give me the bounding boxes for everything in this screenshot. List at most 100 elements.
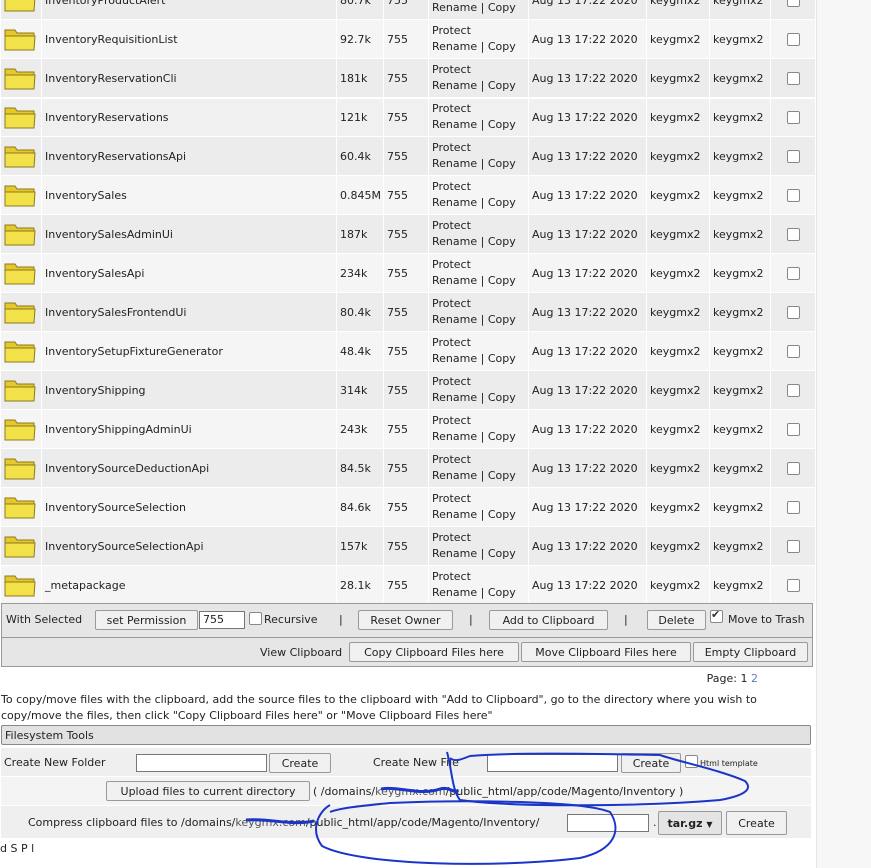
- file-permission[interactable]: 755: [383, 175, 429, 215]
- copy-link[interactable]: Copy: [488, 547, 516, 560]
- file-permission[interactable]: 755: [383, 565, 429, 605]
- folder-icon[interactable]: [4, 221, 36, 247]
- folder-icon-cell[interactable]: [0, 448, 42, 488]
- protect-link[interactable]: Protect: [432, 219, 471, 232]
- file-name[interactable]: InventorySalesAdminUi: [41, 214, 337, 254]
- protect-link[interactable]: Protect: [432, 570, 471, 583]
- folder-icon[interactable]: [4, 143, 36, 169]
- folder-icon-cell[interactable]: [0, 97, 42, 137]
- row-select-checkbox[interactable]: [786, 266, 800, 280]
- file-name[interactable]: InventoryShipping: [41, 370, 337, 410]
- file-name[interactable]: InventorySetupFixtureGenerator: [41, 331, 337, 371]
- move-clipboard-here-button[interactable]: Move Clipboard Files here: [521, 642, 691, 662]
- set-permission-button[interactable]: set Permission: [95, 610, 198, 630]
- folder-icon[interactable]: [4, 572, 36, 598]
- create-folder-button[interactable]: Create: [269, 753, 331, 773]
- create-file-button[interactable]: Create: [621, 753, 681, 773]
- rename-link[interactable]: Rename: [432, 313, 477, 326]
- new-file-input[interactable]: [487, 754, 618, 772]
- folder-icon-cell[interactable]: [0, 58, 42, 98]
- archive-format-select[interactable]: tar.gz ▼: [658, 811, 722, 835]
- reset-owner-button[interactable]: Reset Owner: [358, 610, 453, 630]
- copy-link[interactable]: Copy: [488, 508, 516, 521]
- file-name[interactable]: _metapackage: [41, 565, 337, 605]
- file-permission[interactable]: 755: [383, 214, 429, 254]
- copy-link[interactable]: Copy: [488, 196, 516, 209]
- folder-icon-cell[interactable]: [0, 214, 42, 254]
- copy-link[interactable]: Copy: [488, 586, 516, 599]
- copy-link[interactable]: Copy: [488, 313, 516, 326]
- folder-icon-cell[interactable]: [0, 136, 42, 176]
- file-name[interactable]: InventoryShippingAdminUi: [41, 409, 337, 449]
- rename-link[interactable]: Rename: [432, 430, 477, 443]
- rename-link[interactable]: Rename: [432, 469, 477, 482]
- row-select-checkbox[interactable]: [786, 71, 800, 85]
- file-name[interactable]: InventorySourceDeductionApi: [41, 448, 337, 488]
- file-permission[interactable]: 755: [383, 409, 429, 449]
- file-name[interactable]: InventorySalesFrontendUi: [41, 292, 337, 332]
- recursive-checkbox[interactable]: [249, 612, 262, 625]
- rename-link[interactable]: Rename: [432, 586, 477, 599]
- rename-link[interactable]: Rename: [432, 391, 477, 404]
- delete-button[interactable]: Delete: [647, 610, 706, 630]
- rename-link[interactable]: Rename: [432, 352, 477, 365]
- rename-link[interactable]: Rename: [432, 196, 477, 209]
- file-name[interactable]: InventoryProductAlert: [41, 0, 337, 20]
- file-permission[interactable]: 755: [383, 370, 429, 410]
- folder-icon[interactable]: [4, 0, 36, 13]
- row-select-checkbox[interactable]: [786, 422, 800, 436]
- protect-link[interactable]: Protect: [432, 180, 471, 193]
- protect-link[interactable]: Protect: [432, 102, 471, 115]
- folder-icon-cell[interactable]: [0, 331, 42, 371]
- file-name[interactable]: InventorySourceSelection: [41, 487, 337, 527]
- file-name[interactable]: InventoryReservationCli: [41, 58, 337, 98]
- archive-name-input[interactable]: [567, 814, 649, 832]
- view-clipboard-link[interactable]: View Clipboard: [260, 646, 342, 659]
- row-select-checkbox[interactable]: [786, 227, 800, 241]
- copy-link[interactable]: Copy: [488, 235, 516, 248]
- folder-icon[interactable]: [4, 338, 36, 364]
- rename-link[interactable]: Rename: [432, 235, 477, 248]
- row-select-checkbox[interactable]: [786, 305, 800, 319]
- copy-link[interactable]: Copy: [488, 1, 516, 14]
- protect-link[interactable]: Protect: [432, 375, 471, 388]
- copy-link[interactable]: Copy: [488, 157, 516, 170]
- rename-link[interactable]: Rename: [432, 1, 477, 14]
- folder-icon[interactable]: [4, 416, 36, 442]
- protect-link[interactable]: Protect: [432, 414, 471, 427]
- folder-icon[interactable]: [4, 260, 36, 286]
- file-permission[interactable]: 755: [383, 292, 429, 332]
- file-name[interactable]: InventorySalesApi: [41, 253, 337, 293]
- empty-clipboard-button[interactable]: Empty Clipboard: [693, 642, 808, 662]
- rename-link[interactable]: Rename: [432, 40, 477, 53]
- folder-icon[interactable]: [4, 533, 36, 559]
- file-permission[interactable]: 755: [383, 136, 429, 176]
- protect-link[interactable]: Protect: [432, 63, 471, 76]
- row-select-checkbox[interactable]: [786, 539, 800, 553]
- rename-link[interactable]: Rename: [432, 508, 477, 521]
- copy-link[interactable]: Copy: [488, 391, 516, 404]
- file-name[interactable]: InventorySourceSelectionApi: [41, 526, 337, 566]
- folder-icon-cell[interactable]: [0, 487, 42, 527]
- file-name[interactable]: InventoryReservationsApi: [41, 136, 337, 176]
- row-select-checkbox[interactable]: [786, 383, 800, 397]
- copy-link[interactable]: Copy: [488, 118, 516, 131]
- row-select-checkbox[interactable]: [786, 32, 800, 46]
- file-name[interactable]: InventoryRequisitionList: [41, 19, 337, 59]
- copy-link[interactable]: Copy: [488, 430, 516, 443]
- file-permission[interactable]: 755: [383, 58, 429, 98]
- copy-link[interactable]: Copy: [488, 469, 516, 482]
- copy-link[interactable]: Copy: [488, 274, 516, 287]
- folder-icon[interactable]: [4, 182, 36, 208]
- protect-link[interactable]: Protect: [432, 453, 471, 466]
- rename-link[interactable]: Rename: [432, 274, 477, 287]
- folder-icon-cell[interactable]: [0, 565, 42, 605]
- file-permission[interactable]: 755: [383, 331, 429, 371]
- protect-link[interactable]: Protect: [432, 24, 471, 37]
- protect-link[interactable]: Protect: [432, 258, 471, 271]
- row-select-checkbox[interactable]: [786, 0, 800, 7]
- protect-link[interactable]: Protect: [432, 141, 471, 154]
- move-to-trash-checkbox[interactable]: [710, 608, 723, 623]
- folder-icon[interactable]: [4, 377, 36, 403]
- folder-icon-cell[interactable]: [0, 526, 42, 566]
